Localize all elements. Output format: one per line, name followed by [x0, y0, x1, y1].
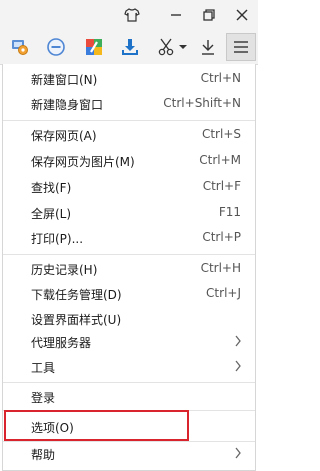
menu-item-shortcut: F11	[218, 205, 241, 219]
menu-item-label: 查找(F)	[31, 181, 72, 195]
menu-separator	[3, 382, 255, 383]
menu-item-save-page-as-image[interactable]: 保存网页为图片(M) Ctrl+M	[3, 148, 255, 174]
menu-item-label: 全屏(L)	[31, 207, 72, 221]
menu-item-label: 历史记录(H)	[31, 263, 98, 277]
menu-item-save-page[interactable]: 保存网页(A) Ctrl+S	[3, 122, 255, 148]
menu-separator	[3, 120, 255, 121]
toolbar	[0, 30, 258, 65]
chevron-right-icon	[235, 335, 241, 347]
menu-item-print[interactable]: 打印(P)... Ctrl+P	[3, 225, 255, 251]
minus-circle-icon[interactable]	[44, 33, 68, 61]
download-icon[interactable]	[118, 33, 142, 61]
menu-item-shortcut: Ctrl+H	[200, 261, 241, 275]
menu-item-label: 打印(P)...	[31, 232, 84, 246]
menu-icon[interactable]	[226, 33, 256, 61]
menu-item-label: 保存网页(A)	[31, 129, 97, 143]
menu-item-label: 代理服务器	[31, 336, 92, 350]
menu-item-label: 新建窗口(N)	[31, 73, 98, 87]
menu-item-shortcut: Ctrl+M	[199, 153, 241, 167]
menu-item-label: 工具	[31, 361, 56, 375]
close-icon[interactable]	[230, 4, 254, 26]
menu-item-proxy-server[interactable]: 代理服务器	[3, 329, 255, 355]
menu-item-label: 下载任务管理(D)	[31, 288, 122, 302]
chevron-right-icon	[235, 447, 241, 459]
menu-item-label: 帮助	[31, 448, 56, 462]
menu-item-help[interactable]: 帮助	[3, 441, 255, 467]
menu-item-label: 新建隐身窗口	[31, 98, 104, 112]
minimize-icon[interactable]	[164, 4, 188, 26]
menu-item-shortcut: Ctrl+F	[202, 179, 241, 193]
menu-item-shortcut: Ctrl+P	[202, 230, 241, 244]
tools-icon[interactable]	[8, 33, 32, 61]
chevron-right-icon	[235, 360, 241, 372]
app-center-icon[interactable]	[82, 33, 106, 61]
dropdown-arrow-icon[interactable]	[177, 33, 189, 61]
menu-item-login[interactable]: 登录	[3, 384, 255, 410]
download-arrow-icon[interactable]	[196, 33, 220, 61]
menu-item-shortcut: Ctrl+S	[201, 127, 241, 141]
menu-item-new-incognito-window[interactable]: 新建隐身窗口 Ctrl+Shift+N	[3, 91, 255, 117]
skin-icon[interactable]	[120, 4, 144, 26]
restore-icon[interactable]	[197, 4, 221, 26]
menu-item-fullscreen[interactable]: 全屏(L) F11	[3, 200, 255, 226]
title-bar	[0, 0, 258, 30]
menu-item-download-manager[interactable]: 下载任务管理(D) Ctrl+J	[3, 281, 255, 307]
menu-item-label: 设置界面样式(U)	[31, 313, 122, 327]
menu-item-history[interactable]: 历史记录(H) Ctrl+H	[3, 256, 255, 282]
menu-item-label: 保存网页为图片(M)	[31, 155, 135, 169]
menu-item-find[interactable]: 查找(F) Ctrl+F	[3, 174, 255, 200]
highlight-box	[4, 410, 189, 441]
menu-separator	[3, 254, 255, 255]
scissors-icon[interactable]	[155, 33, 177, 61]
menu-item-shortcut: Ctrl+N	[200, 71, 241, 85]
menu-item-new-window[interactable]: 新建窗口(N) Ctrl+N	[3, 66, 255, 92]
menu-item-shortcut: Ctrl+J	[206, 286, 241, 300]
menu-item-tools[interactable]: 工具	[3, 354, 255, 380]
menu-item-shortcut: Ctrl+Shift+N	[163, 96, 241, 110]
menu-item-label: 登录	[31, 391, 56, 405]
